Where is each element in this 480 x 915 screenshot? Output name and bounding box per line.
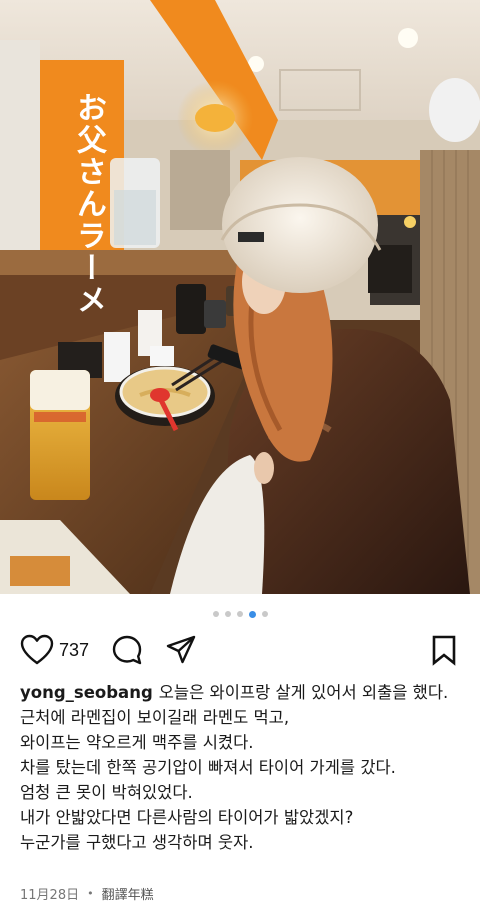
comment-button[interactable] [111,634,143,666]
carousel-dot [261,611,268,617]
carousel-dot [212,611,219,617]
caption-line: 와이프는 약오르게 맥주를 시켰다. [20,733,254,752]
bookmark-icon [432,635,456,666]
translate-link[interactable]: 翻譯年糕 [102,884,154,903]
username-link[interactable]: yong_seobang [20,683,153,702]
caption-line: 엄청 큰 못이 박혀있었다. [20,783,193,802]
like-button[interactable]: 737 [20,634,111,666]
post-meta: 11月28日 • 翻譯年糕 [20,884,154,903]
heart-icon [20,634,54,665]
caption-line: yong_seobang 오늘은 와이프랑 살게 있어서 외출을 했다. [20,680,460,705]
carousel-dot [224,611,231,617]
share-button[interactable] [165,634,197,666]
caption-line: 근처에 라멘집이 보이길래 라멘도 먹고, [20,708,290,727]
caption-line: 내가 안밟았다면 다른사람의 타이어가 밟았겠지? [20,808,354,827]
bookmark-button[interactable] [430,634,458,666]
shop-sign-text: お父さんラーメ [71,92,106,316]
post-caption: yong_seobang 오늘은 와이프랑 살게 있어서 외출을 했다. 근처에 … [20,680,460,855]
carousel-dot [236,611,243,617]
carousel-indicator [0,608,480,620]
action-bar: 737 [20,632,458,668]
post-photo[interactable]: お父さんラーメ [0,0,480,594]
share-icon [166,635,196,664]
caption-line: 차를 탔는데 한쪽 공기압이 빠져서 타이어 가게를 갔다. [20,758,396,777]
carousel-dot-active [248,610,256,618]
caption-line: 누군가를 구했다고 생각하며 웃자. [20,833,254,852]
photo-overlay: お父さんラーメ [0,0,480,594]
comment-icon [112,635,142,665]
like-count: 737 [59,639,90,660]
meta-separator: • [87,887,94,900]
post-date: 11月28日 [20,888,80,903]
caption-text: 오늘은 와이프랑 살게 있어서 외출을 했다. [158,683,449,702]
